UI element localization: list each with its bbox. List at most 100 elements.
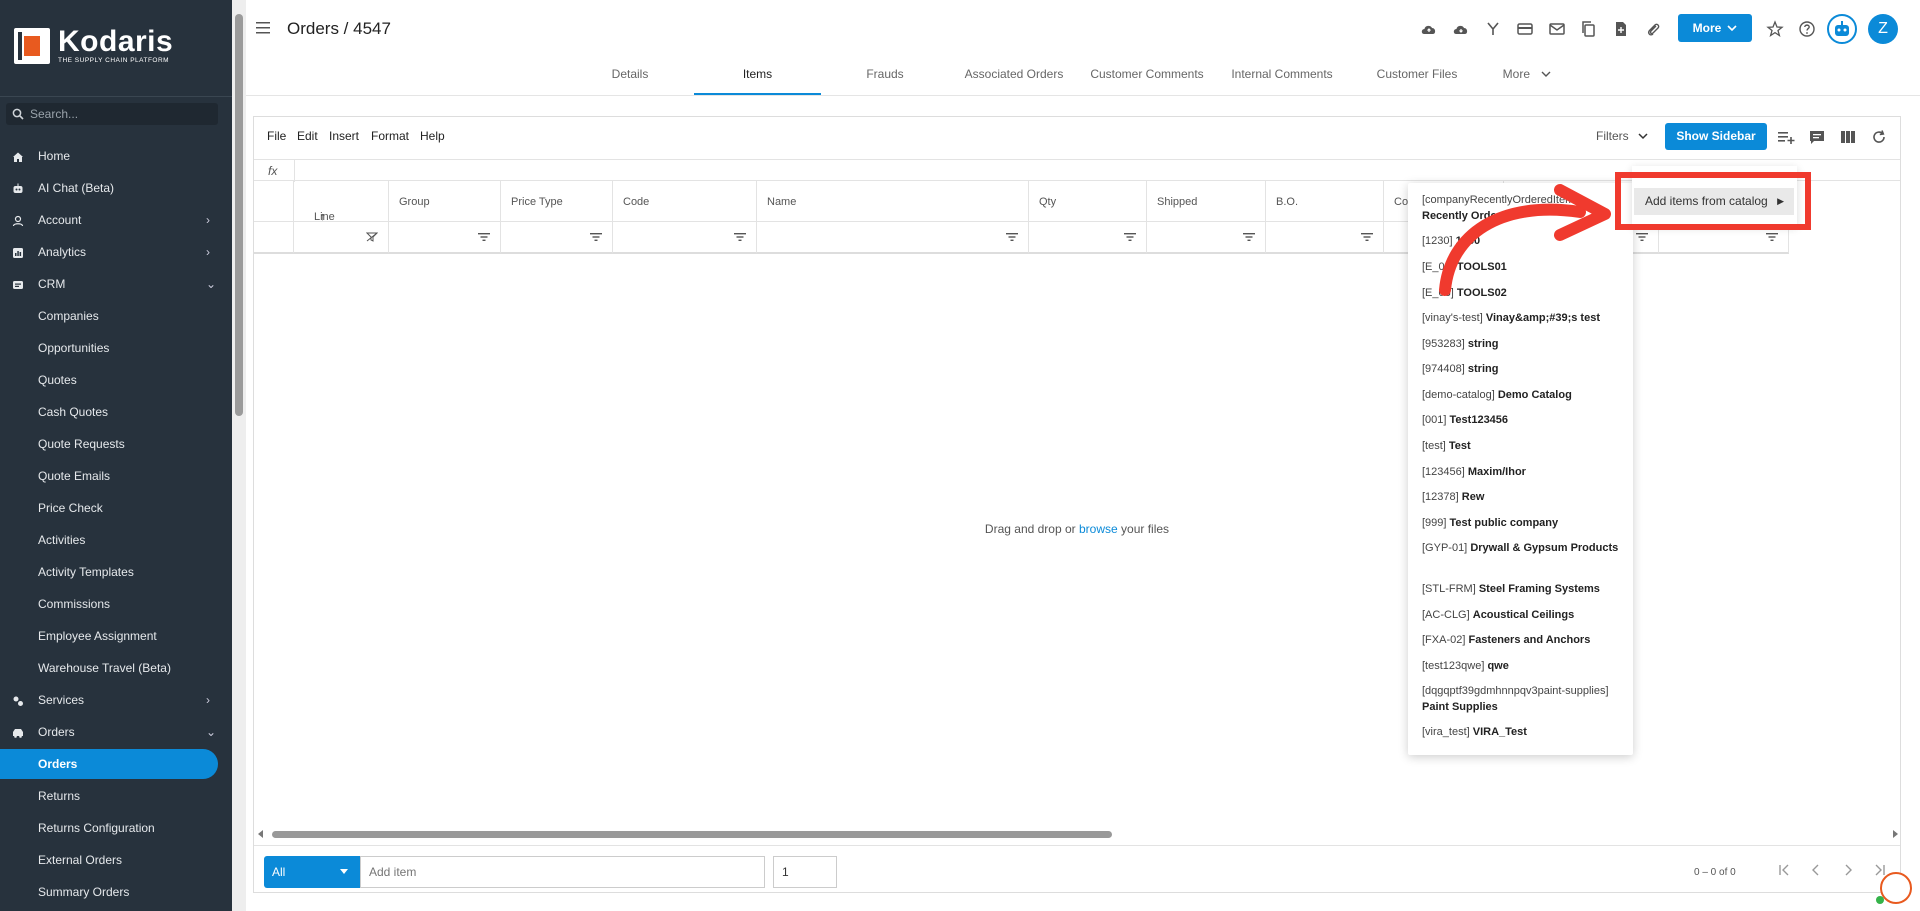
menu-edit[interactable]: Edit bbox=[297, 129, 318, 143]
attachment-icon[interactable] bbox=[1644, 20, 1662, 38]
tab-frauds[interactable]: Frauds bbox=[822, 60, 948, 95]
sidebar-item-warehouse-travel[interactable]: Warehouse Travel (Beta) bbox=[0, 653, 232, 683]
scrollbar-thumb[interactable] bbox=[272, 831, 1112, 838]
file-add-icon[interactable] bbox=[1612, 20, 1630, 38]
catalog-option[interactable]: [test123qwe] qwe bbox=[1422, 658, 1622, 674]
menu-format[interactable]: Format bbox=[371, 129, 409, 143]
tab-customer-files[interactable]: Customer Files bbox=[1352, 60, 1482, 95]
sidebar-item-companies[interactable]: Companies bbox=[0, 301, 232, 331]
add-row-icon[interactable] bbox=[1777, 129, 1795, 145]
hamburger-menu-icon[interactable] bbox=[256, 22, 270, 34]
tab-associated-orders[interactable]: Associated Orders bbox=[949, 60, 1079, 95]
catalog-option[interactable]: [vira_test] VIRA_Test bbox=[1422, 724, 1622, 740]
sidebar-search[interactable] bbox=[6, 103, 218, 125]
column-header-group[interactable]: Group bbox=[389, 181, 501, 221]
tab-customer-comments[interactable]: Customer Comments bbox=[1082, 60, 1212, 95]
tab-internal-comments[interactable]: Internal Comments bbox=[1217, 60, 1347, 95]
column-header-name[interactable]: Name bbox=[757, 181, 1029, 221]
sidebar-scrollbar[interactable] bbox=[232, 0, 246, 911]
scope-select[interactable]: All bbox=[264, 856, 360, 888]
horizontal-scrollbar[interactable] bbox=[256, 829, 1900, 839]
tab-more[interactable]: More bbox=[1487, 60, 1567, 95]
star-icon[interactable] bbox=[1766, 20, 1784, 38]
catalog-option[interactable]: [FXA-02] Fasteners and Anchors bbox=[1422, 632, 1622, 648]
catalog-option[interactable]: [GYP-01] Drywall & Gypsum Products bbox=[1422, 540, 1622, 556]
filter-icon[interactable] bbox=[1124, 232, 1136, 242]
scroll-right-icon[interactable] bbox=[1890, 829, 1900, 839]
sidebar-item-analytics[interactable]: Analytics › bbox=[0, 237, 232, 267]
column-header-shipped[interactable]: Shipped bbox=[1147, 181, 1266, 221]
filters-dropdown[interactable]: Filters bbox=[1596, 129, 1648, 143]
catalog-option[interactable]: [12378] Rew bbox=[1422, 489, 1622, 505]
support-chat-icon[interactable] bbox=[1876, 872, 1912, 904]
columns-icon[interactable] bbox=[1839, 129, 1857, 145]
sidebar-item-activities[interactable]: Activities bbox=[0, 525, 232, 555]
filter-icon[interactable] bbox=[1006, 232, 1018, 242]
sidebar-item-crm[interactable]: CRM ⌄ bbox=[0, 269, 232, 299]
more-button[interactable]: More bbox=[1678, 14, 1752, 42]
sidebar-item-account[interactable]: Account › bbox=[0, 205, 232, 235]
sidebar-item-external-orders[interactable]: External Orders bbox=[0, 845, 232, 875]
mail-icon[interactable] bbox=[1548, 20, 1566, 38]
first-page-icon[interactable] bbox=[1777, 863, 1791, 877]
previous-page-icon[interactable] bbox=[1809, 863, 1823, 877]
column-header-bo[interactable]: B.O. bbox=[1266, 181, 1384, 221]
sidebar-item-commissions[interactable]: Commissions bbox=[0, 589, 232, 619]
column-header-code[interactable]: Code bbox=[613, 181, 757, 221]
name-filter-cell[interactable] bbox=[757, 221, 1029, 254]
file-drop-zone[interactable]: Drag and drop or browse your files bbox=[254, 522, 1900, 536]
scroll-left-icon[interactable] bbox=[256, 829, 266, 839]
sidebar-item-home[interactable]: Home bbox=[0, 141, 232, 171]
catalog-option[interactable]: [test] Test bbox=[1422, 438, 1622, 454]
menu-insert[interactable]: Insert bbox=[329, 129, 359, 143]
column-header-qty[interactable]: Qty bbox=[1029, 181, 1147, 221]
ai-assistant-icon[interactable] bbox=[1827, 14, 1857, 44]
sidebar-item-activity-templates[interactable]: Activity Templates bbox=[0, 557, 232, 587]
cloud-download-icon[interactable] bbox=[1452, 20, 1470, 38]
kodaris-logo[interactable]: Kodaris THE SUPPLY CHAIN PLATFORM bbox=[14, 26, 173, 66]
catalog-option[interactable]: [123456] Maxim/Ihor bbox=[1422, 464, 1622, 480]
scrollbar-thumb[interactable] bbox=[235, 14, 243, 416]
sidebar-item-ai-chat[interactable]: AI Chat (Beta) bbox=[0, 173, 232, 203]
sidebar-search-input[interactable] bbox=[30, 107, 200, 121]
sidebar-item-opportunities[interactable]: Opportunities bbox=[0, 333, 232, 363]
catalog-option[interactable]: [001] Test123456 bbox=[1422, 412, 1622, 428]
catalog-option[interactable]: [999] Test public company bbox=[1422, 515, 1622, 531]
filter-icon[interactable] bbox=[590, 232, 602, 242]
cloud-upload-icon[interactable] bbox=[1420, 20, 1438, 38]
sidebar-item-quote-emails[interactable]: Quote Emails bbox=[0, 461, 232, 491]
catalog-option[interactable]: [demo-catalog] Demo Catalog bbox=[1422, 387, 1622, 403]
quantity-input[interactable] bbox=[773, 856, 837, 888]
sidebar-item-orders-group[interactable]: Orders ⌄ bbox=[0, 717, 232, 747]
sidebar-item-services[interactable]: Services › bbox=[0, 685, 232, 715]
filter-icon[interactable] bbox=[734, 232, 746, 242]
browse-link[interactable]: browse bbox=[1079, 522, 1118, 536]
tab-items[interactable]: Items bbox=[694, 60, 821, 95]
bo-filter-cell[interactable] bbox=[1266, 221, 1384, 254]
shipped-filter-cell[interactable] bbox=[1147, 221, 1266, 254]
filter-clear-icon[interactable] bbox=[366, 232, 378, 242]
filter-icon[interactable] bbox=[1636, 232, 1648, 242]
show-sidebar-button[interactable]: Show Sidebar bbox=[1665, 123, 1767, 150]
qty-filter-cell[interactable] bbox=[1029, 221, 1147, 254]
catalog-option[interactable]: [AC-CLG] Acoustical Ceilings bbox=[1422, 607, 1622, 623]
next-page-icon[interactable] bbox=[1841, 863, 1855, 877]
sidebar-item-price-check[interactable]: Price Check bbox=[0, 493, 232, 523]
sidebar-item-orders[interactable]: Orders bbox=[0, 749, 218, 779]
merge-icon[interactable] bbox=[1484, 20, 1502, 38]
tab-details[interactable]: Details bbox=[567, 60, 693, 95]
line-filter-cell[interactable] bbox=[294, 221, 389, 254]
menu-help[interactable]: Help bbox=[420, 129, 445, 143]
sidebar-item-returns[interactable]: Returns bbox=[0, 781, 232, 811]
sidebar-item-summary-orders[interactable]: Summary Orders bbox=[0, 877, 232, 907]
catalog-option[interactable]: [953283] string bbox=[1422, 336, 1622, 352]
filter-icon[interactable] bbox=[478, 232, 490, 242]
credit-card-icon[interactable] bbox=[1516, 20, 1534, 38]
add-item-input[interactable] bbox=[360, 856, 765, 888]
catalog-option[interactable]: [974408] string bbox=[1422, 361, 1622, 377]
catalog-option[interactable]: [dqgqptf39gdmhnnpqv3paint-supplies] Pain… bbox=[1422, 683, 1622, 715]
column-header-price-type[interactable]: Price Type bbox=[501, 181, 613, 221]
copy-icon[interactable] bbox=[1580, 20, 1598, 38]
help-icon[interactable] bbox=[1798, 20, 1816, 38]
sidebar-item-quote-requests[interactable]: Quote Requests bbox=[0, 429, 232, 459]
